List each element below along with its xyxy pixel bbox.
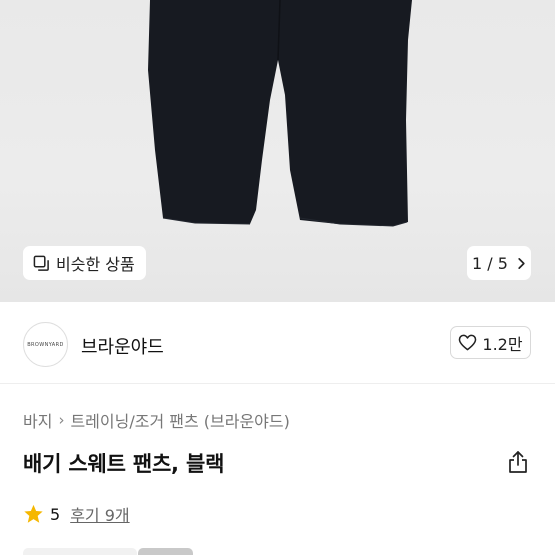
similar-products-button[interactable]: 비슷한 상품 xyxy=(23,246,146,280)
star-icon xyxy=(24,504,43,523)
breadcrumb: 바지 › 트레이닝/조거 팬츠 (브라운야드) xyxy=(23,408,290,432)
rating-summary: 5 후기 9개 xyxy=(23,502,130,526)
similar-products-label: 비슷한 상품 xyxy=(56,255,135,274)
like-count: 1.2만 xyxy=(482,334,523,354)
breadcrumb-item-category[interactable]: 바지 xyxy=(23,408,52,432)
rating-score: 5 xyxy=(50,504,61,524)
product-title: 배기 스웨트 팬츠, 블랙 xyxy=(23,452,225,476)
chevron-right-icon: › xyxy=(58,411,65,429)
breadcrumb-item-subcategory[interactable]: 트레이닝/조거 팬츠 (브라운야드) xyxy=(70,408,289,432)
share-icon[interactable] xyxy=(507,450,529,474)
image-pager-button[interactable]: 1 / 5 xyxy=(467,246,531,280)
reviews-link[interactable]: 후기 9개 xyxy=(70,502,129,526)
heart-icon xyxy=(459,334,477,351)
coupon-chip[interactable] xyxy=(23,548,137,555)
product-image-gallery[interactable]: 비슷한 상품 1 / 5 xyxy=(0,0,555,302)
brand-logo[interactable]: BROWNYARD xyxy=(23,322,68,367)
similar-items-icon xyxy=(33,255,49,271)
page-indicator: 1 / 5 xyxy=(472,253,508,273)
brand-like-button[interactable]: 1.2만 xyxy=(450,326,531,359)
tag-chip[interactable] xyxy=(138,548,193,555)
brand-name[interactable]: 브라운야드 xyxy=(81,333,164,359)
chevron-right-icon xyxy=(518,257,525,269)
brand-logo-text: BROWNYARD xyxy=(27,341,64,348)
